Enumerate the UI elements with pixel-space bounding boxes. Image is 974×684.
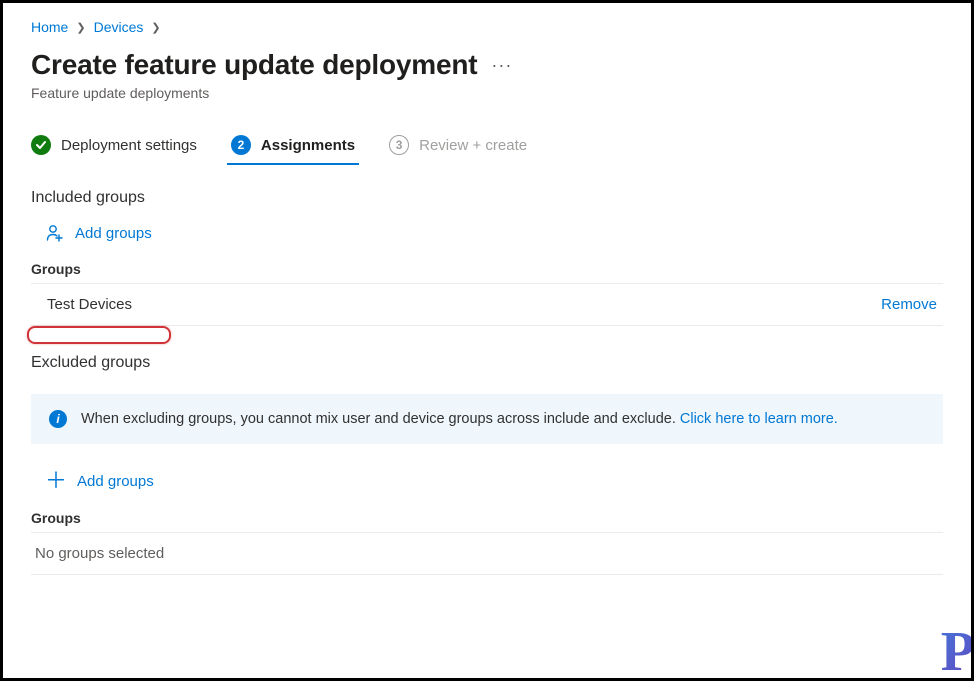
annotation-highlight (27, 326, 171, 344)
breadcrumb-home[interactable]: Home (31, 19, 68, 35)
step-number-icon: 3 (389, 135, 409, 155)
remove-group-link[interactable]: Remove (881, 296, 937, 313)
breadcrumb: Home ❯ Devices ❯ (31, 19, 943, 35)
add-included-groups-button[interactable]: Add groups (45, 223, 943, 243)
included-groups-table-label: Groups (31, 261, 943, 277)
add-excluded-groups-button[interactable]: ＋ Add groups (45, 470, 943, 492)
group-name: Test Devices (43, 296, 132, 313)
wizard-steps: Deployment settings 2 Assignments 3 Revi… (31, 135, 943, 163)
included-groups-heading: Included groups (31, 189, 943, 207)
step-number-icon: 2 (231, 135, 251, 155)
excluded-groups-heading: Excluded groups (31, 354, 943, 372)
learn-more-link[interactable]: Click here to learn more. (680, 411, 838, 427)
step-label: Deployment settings (61, 137, 197, 154)
excluded-groups-empty-row: No groups selected (31, 532, 943, 575)
title-row: Create feature update deployment ··· (31, 49, 943, 81)
check-icon (31, 135, 51, 155)
page-subtitle: Feature update deployments (31, 85, 943, 101)
chevron-right-icon: ❯ (151, 21, 160, 34)
plus-icon: ＋ (45, 470, 67, 492)
add-person-icon (45, 223, 65, 243)
step-label: Review + create (419, 137, 527, 154)
page-frame: Home ❯ Devices ❯ Create feature update d… (0, 0, 974, 681)
step-deployment-settings[interactable]: Deployment settings (31, 135, 197, 163)
page-title: Create feature update deployment (31, 49, 477, 81)
info-banner: i When excluding groups, you cannot mix … (31, 394, 943, 444)
step-review-create: 3 Review + create (389, 135, 527, 163)
step-assignments[interactable]: 2 Assignments (231, 135, 355, 163)
table-row: Test Devices Remove (31, 283, 943, 326)
breadcrumb-devices[interactable]: Devices (94, 19, 144, 35)
more-actions-button[interactable]: ··· (491, 55, 512, 76)
info-message: When excluding groups, you cannot mix us… (81, 411, 680, 427)
included-groups-table: Test Devices Remove (31, 283, 943, 326)
info-text: When excluding groups, you cannot mix us… (81, 411, 838, 427)
add-groups-label: Add groups (77, 473, 154, 490)
watermark-logo: P (941, 620, 971, 684)
info-icon: i (49, 410, 67, 428)
step-label: Assignments (261, 137, 355, 154)
add-groups-label: Add groups (75, 225, 152, 242)
excluded-groups-table-label: Groups (31, 510, 943, 526)
chevron-right-icon: ❯ (76, 21, 85, 34)
